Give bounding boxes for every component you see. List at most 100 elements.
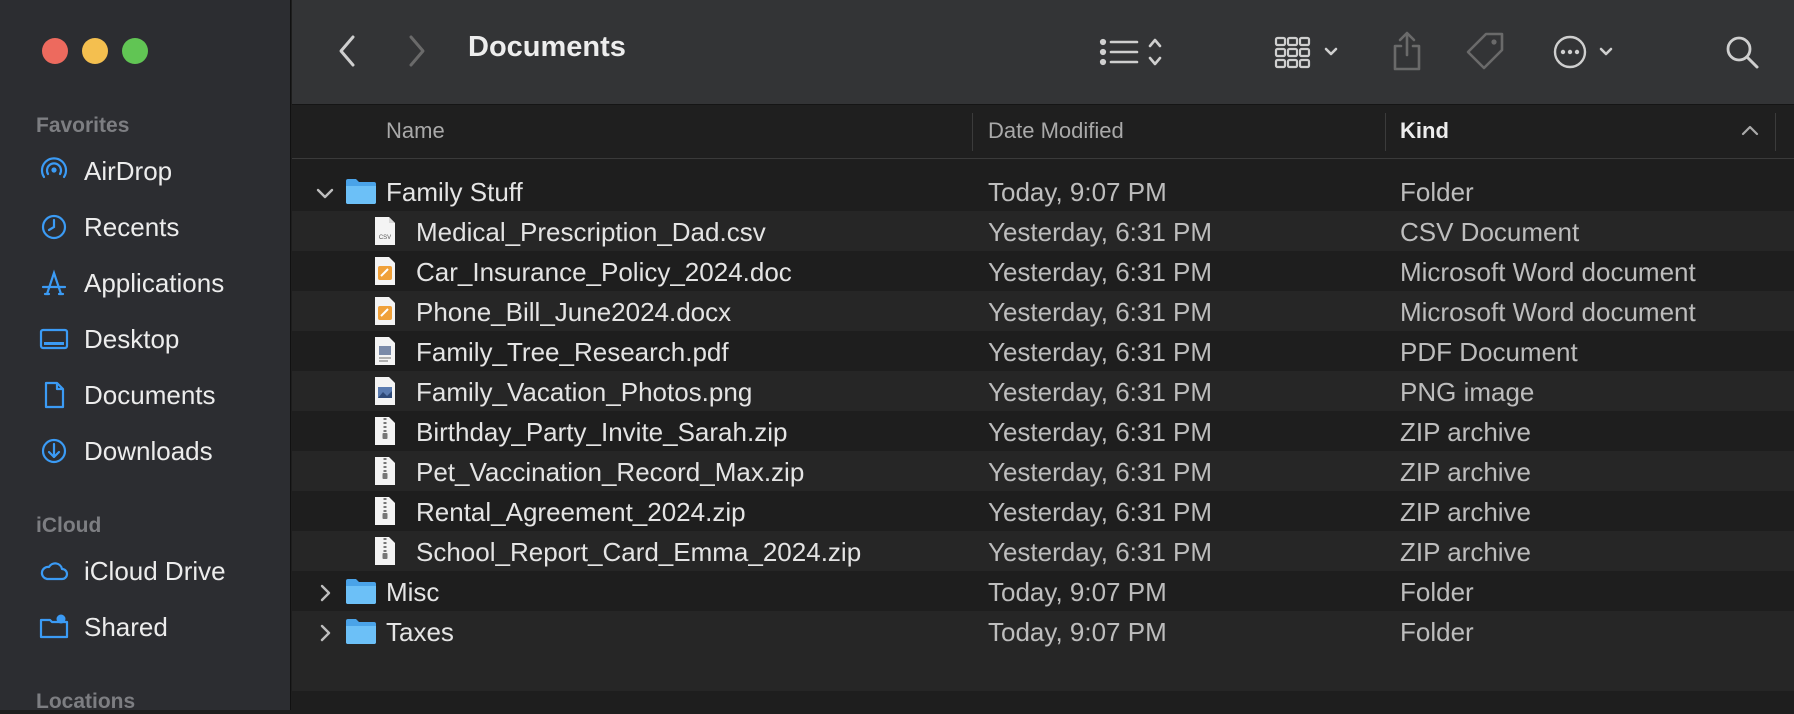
row-kind: ZIP archive bbox=[1400, 537, 1532, 567]
tag-icon bbox=[1466, 32, 1504, 70]
zip-archive-icon bbox=[372, 416, 398, 453]
csv-file-icon: CSV bbox=[372, 216, 398, 253]
search-button[interactable] bbox=[1720, 30, 1764, 74]
row-date-modified: Yesterday, 6:31 PM bbox=[988, 497, 1213, 527]
row-date-modified: Today, 9:07 PM bbox=[988, 177, 1167, 207]
file-row[interactable]: Family_Vacation_Photos.png Yesterday, 6:3… bbox=[292, 371, 1794, 411]
sidebar-item-icloud-drive[interactable]: iCloud Drive bbox=[38, 549, 278, 593]
file-row[interactable]: Car_Insurance_Policy_2024.doc Yesterday, … bbox=[292, 251, 1794, 291]
more-actions-button[interactable] bbox=[1550, 30, 1622, 74]
sidebar-item-applications[interactable]: Applications bbox=[38, 261, 278, 305]
sidebar-item-label: Documents bbox=[84, 379, 216, 410]
file-row[interactable]: School_Report_Card_Emma_2024.zip Yesterda… bbox=[292, 531, 1794, 571]
word-document-icon bbox=[372, 256, 398, 293]
forward-button[interactable] bbox=[402, 32, 432, 70]
row-date-modified: Today, 9:07 PM bbox=[988, 617, 1167, 647]
folder-icon bbox=[344, 616, 378, 653]
zip-archive-icon bbox=[372, 536, 398, 573]
row-date-modified: Yesterday, 6:31 PM bbox=[988, 377, 1213, 407]
search-icon bbox=[1726, 36, 1759, 69]
row-date-modified: Yesterday, 6:31 PM bbox=[988, 337, 1213, 367]
sidebar-item-label: iCloud Drive bbox=[84, 555, 226, 586]
row-name: Family_Tree_Research.pdf bbox=[416, 337, 729, 367]
row-kind: ZIP archive bbox=[1400, 497, 1532, 527]
folder-row[interactable]: Misc Today, 9:07 PM Folder bbox=[292, 571, 1794, 611]
row-kind: PNG image bbox=[1400, 377, 1535, 407]
share-button[interactable] bbox=[1387, 26, 1427, 76]
row-kind: ZIP archive bbox=[1400, 457, 1532, 487]
sidebar-item-label: AirDrop bbox=[84, 155, 173, 186]
row-date-modified: Yesterday, 6:31 PM bbox=[988, 217, 1213, 247]
grid-group-icon bbox=[1274, 36, 1338, 69]
column-date-modified[interactable]: Date Modified bbox=[988, 118, 1124, 144]
close-window-button[interactable] bbox=[42, 38, 68, 64]
row-name: Birthday_Party_Invite_Sarah.zip bbox=[416, 417, 788, 447]
document-icon bbox=[44, 381, 65, 409]
disclosure-collapsed-icon[interactable] bbox=[314, 620, 336, 642]
clock-icon bbox=[41, 214, 67, 240]
row-name: Family Stuff bbox=[386, 177, 523, 207]
column-divider[interactable] bbox=[1775, 113, 1776, 151]
file-row[interactable]: Phone_Bill_June2024.docx Yesterday, 6:31 … bbox=[292, 291, 1794, 331]
view-mode-button[interactable] bbox=[1097, 30, 1177, 74]
toolbar: Documents bbox=[292, 0, 1794, 105]
column-kind[interactable]: Kind bbox=[1400, 118, 1449, 144]
group-button[interactable] bbox=[1274, 30, 1346, 74]
row-kind: Folder bbox=[1400, 617, 1474, 647]
sidebar-item-label: Applications bbox=[84, 267, 225, 298]
ellipsis-circle-icon bbox=[1553, 35, 1613, 69]
column-divider[interactable] bbox=[1385, 113, 1386, 151]
sidebar-item-documents[interactable]: Documents bbox=[38, 373, 278, 417]
row-kind: Folder bbox=[1400, 177, 1474, 207]
applications-icon bbox=[41, 269, 67, 296]
row-name: Car_Insurance_Policy_2024.doc bbox=[416, 257, 792, 287]
sidebar-item-recents[interactable]: Recents bbox=[38, 205, 278, 249]
row-date-modified: Yesterday, 6:31 PM bbox=[988, 537, 1213, 567]
row-date-modified: Yesterday, 6:31 PM bbox=[988, 297, 1213, 327]
column-divider[interactable] bbox=[972, 113, 973, 151]
file-row[interactable]: CSV Medical_Prescription_Dad.csv Yesterday… bbox=[292, 211, 1794, 251]
row-name: School_Report_Card_Emma_2024.zip bbox=[416, 537, 862, 567]
sort-ascending-icon[interactable] bbox=[1741, 124, 1759, 136]
row-kind: Microsoft Word document bbox=[1400, 257, 1696, 287]
share-icon bbox=[1393, 31, 1421, 71]
sidebar-item-shared[interactable]: Shared bbox=[38, 605, 278, 649]
chevron-left-icon bbox=[339, 35, 355, 67]
folder-row[interactable]: Family Stuff Today, 9:07 PM Folder bbox=[292, 171, 1794, 211]
file-row[interactable]: Pet_Vaccination_Record_Max.zip Yesterday,… bbox=[292, 451, 1794, 491]
file-row[interactable]: Birthday_Party_Invite_Sarah.zip Yesterday… bbox=[292, 411, 1794, 451]
cloud-icon bbox=[40, 562, 69, 581]
row-date-modified: Yesterday, 6:31 PM bbox=[988, 417, 1213, 447]
minimize-window-button[interactable] bbox=[82, 38, 108, 64]
disclosure-collapsed-icon[interactable] bbox=[314, 580, 336, 602]
row-name: Taxes bbox=[386, 617, 454, 647]
file-row[interactable]: Family_Tree_Research.pdf Yesterday, 6:31 … bbox=[292, 331, 1794, 371]
row-date-modified: Today, 9:07 PM bbox=[988, 577, 1167, 607]
zoom-window-button[interactable] bbox=[122, 38, 148, 64]
image-file-icon bbox=[372, 376, 398, 413]
chevron-right-icon bbox=[409, 35, 425, 67]
sidebar-item-downloads[interactable]: Downloads bbox=[38, 429, 278, 473]
file-list: Family Stuff Today, 9:07 PM Folder CSV Medic… bbox=[292, 171, 1794, 651]
row-name: Misc bbox=[386, 577, 440, 607]
tag-button[interactable] bbox=[1462, 28, 1508, 74]
sidebar-item-airdrop[interactable]: AirDrop bbox=[38, 149, 278, 193]
folder-icon bbox=[344, 576, 378, 613]
file-row[interactable]: Rental_Agreement_2024.zip Yesterday, 6:31… bbox=[292, 491, 1794, 531]
word-document-icon bbox=[372, 296, 398, 333]
column-name[interactable]: Name bbox=[386, 118, 445, 144]
column-header: Name Date Modified Kind bbox=[292, 105, 1794, 159]
shared-folder-icon bbox=[39, 614, 69, 639]
folder-row[interactable]: Taxes Today, 9:07 PM Folder bbox=[292, 611, 1794, 651]
sidebar-section-locations: Locations bbox=[36, 690, 136, 713]
desktop-icon bbox=[39, 328, 69, 350]
sidebar-item-label: Downloads bbox=[84, 435, 213, 466]
sidebar-item-label: Recents bbox=[84, 211, 180, 242]
sidebar-section-favorites: Favorites bbox=[36, 114, 130, 137]
back-button[interactable] bbox=[332, 32, 362, 70]
sidebar-item-desktop[interactable]: Desktop bbox=[38, 317, 278, 361]
disclosure-expanded-icon[interactable] bbox=[314, 180, 336, 202]
row-kind: Microsoft Word document bbox=[1400, 297, 1696, 327]
sidebar: Favorites AirDrop Recents Applications D… bbox=[0, 0, 291, 713]
download-icon bbox=[41, 438, 67, 464]
